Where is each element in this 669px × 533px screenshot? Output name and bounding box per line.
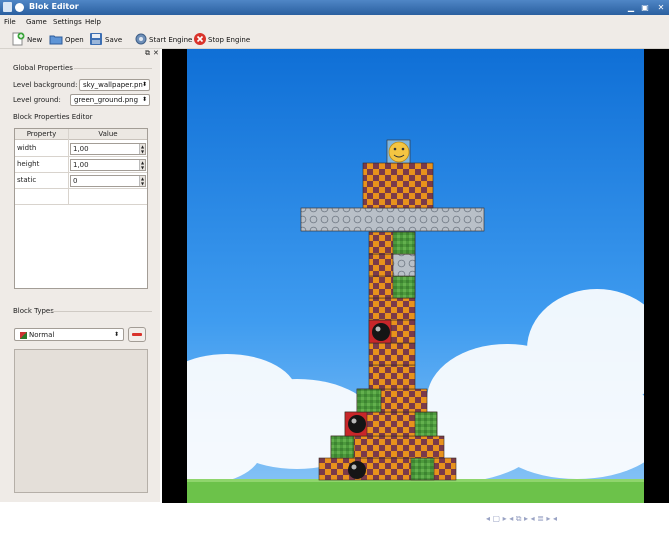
- dock-close-icon[interactable]: ✕: [153, 49, 159, 57]
- ground-label: Level ground:: [13, 96, 61, 104]
- divider: [52, 311, 152, 312]
- toolbar: New Open Save Start Engine Stop Engine: [0, 29, 669, 49]
- level-canvas[interactable]: [162, 49, 669, 503]
- level-background-select[interactable]: sky_wallpaper.pn ⬍: [79, 79, 150, 91]
- static-spinbox[interactable]: 0 ▲ ▼: [70, 175, 146, 187]
- block-type-select[interactable]: Normal ⬍: [14, 328, 124, 341]
- property-name: static: [17, 176, 37, 184]
- open-folder-icon: [49, 35, 63, 45]
- dock-float-icon[interactable]: ⧉: [145, 49, 150, 58]
- block-types-list[interactable]: [14, 349, 148, 493]
- background-label: Level background:: [13, 81, 78, 89]
- spin-arrows-icon: ⬍: [141, 81, 147, 88]
- save-label: Save: [105, 36, 123, 44]
- table-row[interactable]: [15, 189, 147, 205]
- menu-file[interactable]: File: [4, 18, 16, 26]
- menu-settings[interactable]: Settings: [53, 18, 82, 26]
- property-name: width: [17, 144, 37, 152]
- column-header-property[interactable]: Property: [15, 129, 69, 140]
- maximize-icon[interactable]: ▣: [640, 3, 650, 12]
- remove-icon: [132, 333, 142, 336]
- navigation-symbols[interactable]: ◂ ▢ ▸ ◂ ⧉ ▸ ◂ ≣ ▸ ◂: [486, 514, 666, 524]
- new-button[interactable]: New: [11, 32, 43, 46]
- remove-block-type-button[interactable]: [128, 327, 146, 342]
- level-scene-graphic: [187, 49, 644, 503]
- menu-game[interactable]: Game: [26, 18, 47, 26]
- level-scene[interactable]: [187, 49, 644, 503]
- start-engine-button[interactable]: Start Engine: [134, 32, 192, 46]
- block-properties-table: Property Value width 1,00 ▲ ▼ height 1,00…: [14, 128, 148, 289]
- level-ground-value: green_ground.png: [74, 96, 139, 104]
- stop-icon: [194, 33, 206, 45]
- open-label: Open: [65, 36, 84, 44]
- width-spinbox[interactable]: 1,00 ▲ ▼: [70, 143, 146, 155]
- column-header-value[interactable]: Value: [69, 129, 147, 140]
- open-button[interactable]: Open: [49, 32, 84, 46]
- save-disk-icon: [90, 33, 102, 45]
- gear-icon: [135, 33, 147, 45]
- height-spinbox[interactable]: 1,00 ▲ ▼: [70, 159, 146, 171]
- block-properties-title: Block Properties Editor: [13, 113, 93, 121]
- save-button[interactable]: Save: [89, 32, 123, 46]
- window-title: Blok Editor: [29, 2, 79, 11]
- app-icon: [15, 3, 24, 12]
- menu-help[interactable]: Help: [85, 18, 101, 26]
- stop-engine-label: Stop Engine: [208, 36, 251, 44]
- stop-engine-button[interactable]: Stop Engine: [193, 32, 251, 46]
- spin-arrows-icon[interactable]: ▲ ▼: [139, 144, 145, 154]
- property-name: height: [17, 160, 40, 168]
- divider: [74, 68, 152, 69]
- spin-arrows-icon: ⬍: [113, 331, 119, 338]
- spin-arrows-icon: ⬍: [141, 96, 147, 103]
- block-type-value: Normal: [29, 331, 55, 339]
- spin-arrows-icon[interactable]: ▲ ▼: [139, 160, 145, 170]
- window-menu-icon[interactable]: [3, 2, 12, 12]
- minimize-icon[interactable]: ▁: [626, 3, 636, 12]
- spin-arrows-icon[interactable]: ▲ ▼: [139, 176, 145, 186]
- new-label: New: [27, 36, 43, 44]
- close-icon[interactable]: ✕: [656, 3, 666, 12]
- global-properties-title: Global Properties: [13, 64, 73, 72]
- title-bar: Blok Editor ▁ ▣ ✕: [0, 0, 669, 15]
- property-value: 0: [73, 177, 78, 185]
- block-type-swatch-icon: [20, 332, 27, 339]
- block-types-title: Block Types: [13, 307, 54, 315]
- property-value: 1,00: [73, 161, 89, 169]
- level-ground-select[interactable]: green_ground.png ⬍: [70, 94, 150, 106]
- level-background-value: sky_wallpaper.pn: [83, 81, 143, 89]
- menu-bar: File Game Settings Help: [0, 15, 669, 29]
- start-engine-label: Start Engine: [149, 36, 193, 44]
- new-document-icon: [12, 32, 25, 46]
- property-value: 1,00: [73, 145, 89, 153]
